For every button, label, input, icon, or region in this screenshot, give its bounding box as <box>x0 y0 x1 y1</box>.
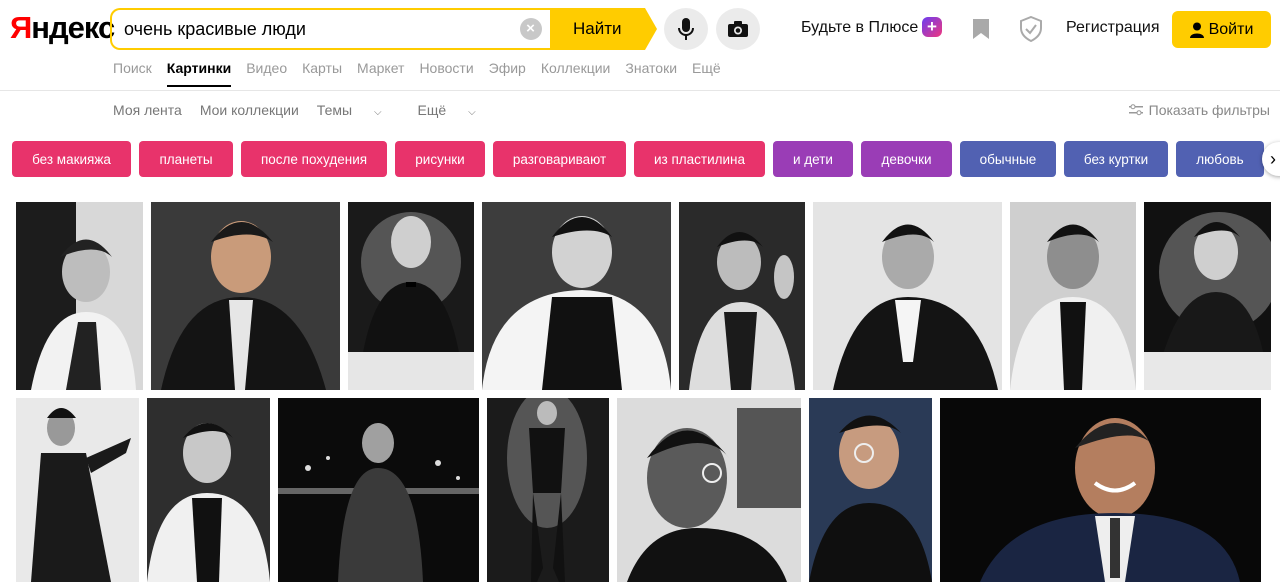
search-form: × Найти <box>110 8 658 50</box>
camera-search-button[interactable] <box>716 8 760 50</box>
divider <box>0 90 1280 91</box>
camera-icon <box>728 21 748 37</box>
image-thumbnail[interactable] <box>1144 202 1271 390</box>
image-thumbnail[interactable] <box>16 202 143 390</box>
more-dropdown[interactable]: Ещё ⌵ <box>418 102 494 118</box>
chip[interactable]: после похудения <box>241 141 387 177</box>
chevron-down-icon: ⌵ <box>468 107 476 118</box>
image-thumbnail[interactable] <box>482 202 671 390</box>
filters-icon <box>1128 104 1143 116</box>
image-thumbnail[interactable] <box>679 202 805 390</box>
chip[interactable]: девочки <box>861 141 952 177</box>
image-thumbnail[interactable] <box>278 398 479 582</box>
chip[interactable]: разговаривают <box>493 141 626 177</box>
image-thumbnail[interactable] <box>617 398 801 582</box>
chevron-right-icon: › <box>1270 148 1276 169</box>
images-subnav: Моя лента Мои коллекции Темы ⌵ Ещё ⌵ <box>113 102 512 118</box>
logo-letter: Я <box>10 10 32 45</box>
chip[interactable]: из пластилина <box>634 141 765 177</box>
logo-text: ндекс <box>31 10 115 45</box>
service-news[interactable]: Новости <box>419 60 473 87</box>
image-thumbnail[interactable] <box>16 398 139 582</box>
service-efir[interactable]: Эфир <box>489 60 526 87</box>
my-collections-link[interactable]: Мои коллекции <box>200 102 299 118</box>
chevron-down-icon: ⌵ <box>373 107 382 118</box>
microphone-button[interactable] <box>664 8 708 50</box>
register-link[interactable]: Регистрация <box>1066 19 1160 37</box>
shield-icon[interactable] <box>1019 15 1043 47</box>
image-row <box>16 398 1261 582</box>
image-thumbnail[interactable] <box>348 202 474 390</box>
plus-link[interactable]: Будьте в Плюсе <box>801 19 918 37</box>
image-thumbnail[interactable] <box>940 398 1261 582</box>
yandex-logo[interactable]: Яндекс <box>10 10 115 46</box>
chip[interactable]: без макияжа <box>12 141 131 177</box>
search-box: × <box>110 8 550 50</box>
service-collections[interactable]: Коллекции <box>541 60 611 87</box>
chip[interactable]: и дети <box>773 141 853 177</box>
chip[interactable]: без куртки <box>1064 141 1168 177</box>
search-input[interactable] <box>124 18 520 40</box>
my-feed-link[interactable]: Моя лента <box>113 102 182 118</box>
image-thumbnail[interactable] <box>809 398 932 582</box>
plus-icon: + <box>922 17 942 37</box>
image-thumbnail[interactable] <box>1010 202 1136 390</box>
chip[interactable]: любовь <box>1176 141 1264 177</box>
find-button[interactable]: Найти <box>549 8 658 50</box>
clear-icon[interactable]: × <box>519 18 542 40</box>
image-thumbnail[interactable] <box>151 202 340 390</box>
image-row <box>16 202 1271 390</box>
image-thumbnail[interactable] <box>487 398 609 582</box>
service-more[interactable]: Ещё <box>692 60 721 87</box>
service-znatoki[interactable]: Знатоки <box>625 60 677 87</box>
bookmark-icon[interactable] <box>972 18 990 45</box>
login-button[interactable]: Войти <box>1172 11 1271 48</box>
chip[interactable]: обычные <box>960 141 1056 177</box>
image-thumbnail[interactable] <box>813 202 1002 390</box>
user-icon <box>1189 22 1204 38</box>
service-maps[interactable]: Карты <box>302 60 342 87</box>
themes-label: Темы <box>316 102 353 118</box>
service-search[interactable]: Поиск <box>113 60 152 87</box>
image-thumbnail[interactable] <box>147 398 270 582</box>
services-nav: Поиск Картинки Видео Карты Маркет Новост… <box>113 60 736 87</box>
service-market[interactable]: Маркет <box>357 60 404 87</box>
login-label: Войти <box>1208 20 1254 38</box>
filters-label: Показать фильтры <box>1148 102 1270 118</box>
service-images[interactable]: Картинки <box>166 60 232 87</box>
chip[interactable]: планеты <box>139 141 233 177</box>
chip[interactable]: рисунки <box>395 141 485 177</box>
related-queries: без макияжа планеты после похудения рису… <box>12 141 1280 177</box>
show-filters-button[interactable]: Показать фильтры <box>1128 102 1270 118</box>
more-label: Ещё <box>417 102 447 118</box>
service-video[interactable]: Видео <box>246 60 287 87</box>
themes-dropdown[interactable]: Темы ⌵ <box>317 102 400 118</box>
microphone-icon <box>678 18 694 40</box>
